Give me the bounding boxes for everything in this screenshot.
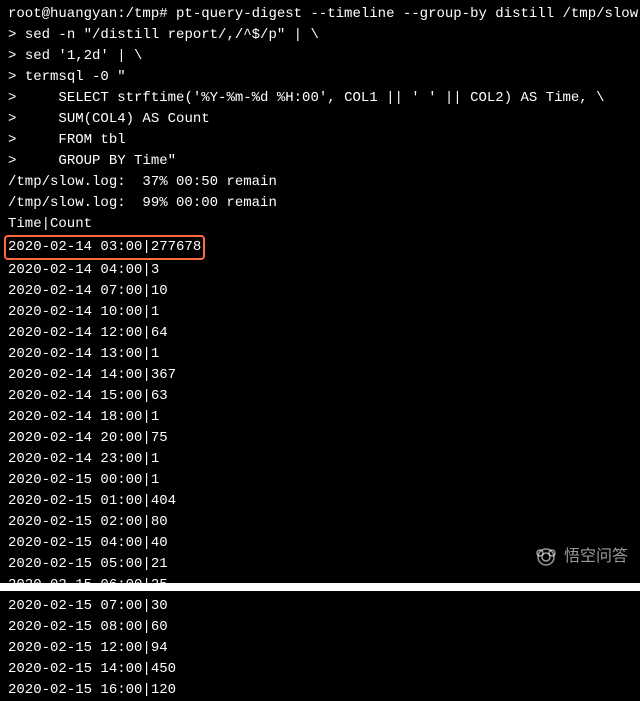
result-row: 2020-02-14 10:00|1 (8, 302, 632, 323)
terminal-output[interactable]: root@huangyan:/tmp# pt-query-digest --ti… (8, 4, 632, 701)
command-continuation: > GROUP BY Time" (8, 151, 632, 172)
result-row: 2020-02-15 08:00|60 (8, 617, 632, 638)
result-row: 2020-02-14 18:00|1 (8, 407, 632, 428)
command-continuation: > SUM(COL4) AS Count (8, 109, 632, 130)
result-row: 2020-02-15 02:00|80 (8, 512, 632, 533)
result-row: 2020-02-14 23:00|1 (8, 449, 632, 470)
result-row: 2020-02-14 04:00|3 (8, 260, 632, 281)
result-row: 2020-02-15 07:00|30 (8, 596, 632, 617)
command-continuation: > SELECT strftime('%Y-%m-%d %H:00', COL1… (8, 88, 632, 109)
wukong-logo-icon (534, 545, 558, 569)
result-header: Time|Count (8, 214, 632, 235)
result-row: 2020-02-14 20:00|75 (8, 428, 632, 449)
result-row: 2020-02-15 00:00|1 (8, 470, 632, 491)
bottom-border (0, 583, 640, 591)
shell-prompt: root@huangyan:/tmp# (8, 6, 176, 22)
result-row: 2020-02-14 15:00|63 (8, 386, 632, 407)
watermark-text: 悟空问答 (564, 545, 628, 569)
result-row-highlighted: 2020-02-14 03:00|277678 (8, 235, 632, 260)
result-row: 2020-02-15 12:00|94 (8, 638, 632, 659)
command-continuation: > sed -n "/distill report/,/^$/p" | \ (8, 25, 632, 46)
result-row: 2020-02-15 14:00|450 (8, 659, 632, 680)
result-row: 2020-02-14 14:00|367 (8, 365, 632, 386)
result-row: 2020-02-15 01:00|404 (8, 491, 632, 512)
command-continuation: > FROM tbl (8, 130, 632, 151)
result-row: 2020-02-14 12:00|64 (8, 323, 632, 344)
command-continuation: > termsql -0 " (8, 67, 632, 88)
progress-line: /tmp/slow.log: 99% 00:00 remain (8, 193, 632, 214)
command-line: root@huangyan:/tmp# pt-query-digest --ti… (8, 4, 632, 25)
result-row: 2020-02-15 16:00|120 (8, 680, 632, 701)
watermark: 悟空问答 (534, 545, 628, 569)
result-row: 2020-02-14 13:00|1 (8, 344, 632, 365)
command-continuation: > sed '1,2d' | \ (8, 46, 632, 67)
result-row: 2020-02-14 07:00|10 (8, 281, 632, 302)
progress-line: /tmp/slow.log: 37% 00:50 remain (8, 172, 632, 193)
